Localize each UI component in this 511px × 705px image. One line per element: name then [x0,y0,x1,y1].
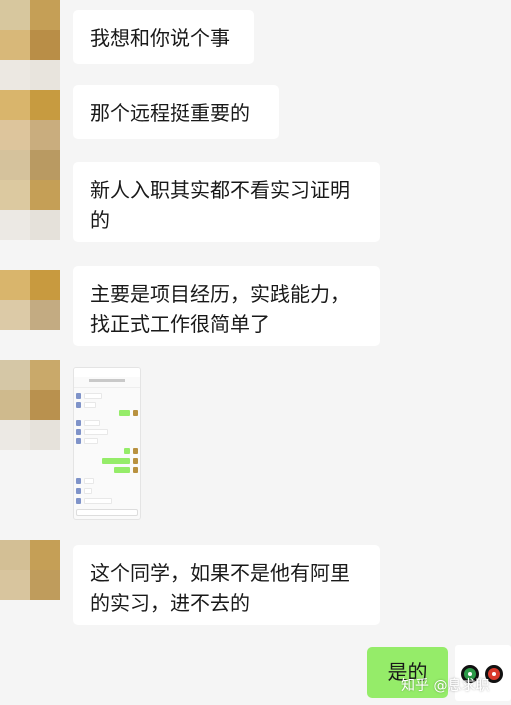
message-bubble[interactable]: 这个同学，如果不是他有阿里的实习，进不去的 [73,545,380,625]
image-message[interactable] [73,367,141,520]
message-bubble[interactable]: 那个远程挺重要的 [73,85,279,139]
thumbnail-title [74,379,140,388]
watermark: 知乎 @息求职 [401,678,490,694]
thumbnail-input-bar [76,509,138,516]
avatar[interactable] [0,90,60,180]
message-text: 主要是项目经历，实践能力，找正式工作很简单了 [90,282,350,336]
avatar[interactable] [0,270,60,330]
message-bubble[interactable]: 我想和你说个事 [73,10,254,64]
message-text: 那个远程挺重要的 [90,101,250,125]
avatar[interactable] [0,0,60,60]
message-text: 这个同学，如果不是他有阿里的实习，进不去的 [90,561,350,615]
thumbnail-status-bar [74,368,140,377]
avatar [0,60,60,90]
message-text: 我想和你说个事 [90,26,230,50]
avatar[interactable] [0,540,60,600]
message-bubble[interactable]: 主要是项目经历，实践能力，找正式工作很简单了 [73,266,380,346]
avatar[interactable] [0,360,60,450]
avatar [0,180,60,240]
message-text: 新人入职其实都不看实习证明的 [90,178,350,232]
message-bubble[interactable]: 新人入职其实都不看实习证明的 [73,162,380,242]
